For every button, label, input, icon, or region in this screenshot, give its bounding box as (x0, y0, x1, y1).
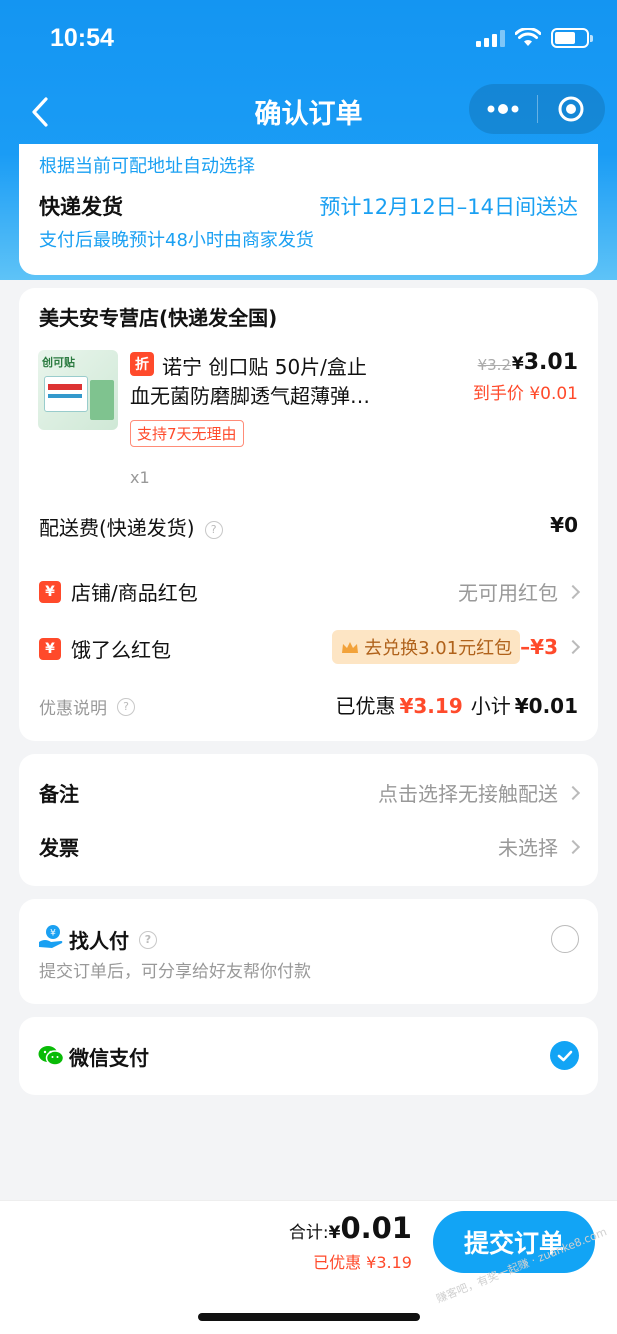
thumbnail-label: 创可贴 (42, 356, 75, 369)
subtotal-label: 小计 (470, 694, 511, 718)
total-label: 合计: (288, 1223, 329, 1243)
miniapp-capsule (469, 84, 605, 134)
status-time: 10:54 (50, 24, 114, 52)
status-icons (476, 28, 593, 48)
wechat-pay-label: 微信支付 (69, 1046, 149, 1070)
exchange-redpacket-button[interactable]: 去兑换3.01元红包 (332, 630, 521, 664)
total-symbol: ¥ (328, 1223, 341, 1243)
shipping-fee-value: ¥0 (550, 513, 578, 537)
order-total: 合计: ¥ 0.01 (289, 1211, 412, 1245)
ele-redpacket-value: –¥3 (520, 635, 558, 659)
svg-text:¥: ¥ (50, 929, 56, 939)
status-bar: 10:54 (0, 0, 617, 80)
shop-redpacket-row[interactable]: ¥ 店铺/商品红包 (39, 577, 198, 606)
ele-redpacket-row[interactable]: ¥ 饿了么红包 (39, 634, 171, 663)
close-miniapp-button[interactable] (538, 84, 606, 134)
pay-by-friend-radio[interactable] (551, 925, 579, 953)
store-card: 美夫安专营店(快递发全国) 创可贴 折 诺宁 创口贴 50片/盒止 血无菌防磨脚… (19, 288, 598, 741)
product-quantity: x1 (130, 468, 150, 487)
shop-redpacket-value: 无可用红包 (458, 581, 558, 605)
wechat-pay-radio-checked[interactable] (550, 1041, 579, 1070)
extras-card: 备注 点击选择无接触配送 发票 未选择 (19, 754, 598, 886)
final-price-value: ¥0.01 (529, 384, 578, 404)
crown-icon (342, 642, 359, 653)
ele-redpacket-value-wrap: 去兑换3.01元红包 –¥3 (332, 630, 581, 664)
pay-by-friend-label: 找人付 (69, 929, 129, 953)
shipping-fee-row: 配送费(快递发货)? (39, 512, 223, 541)
more-dots-icon (487, 104, 519, 114)
chevron-right-icon (565, 839, 581, 854)
hand-coin-icon: ¥ (39, 925, 63, 948)
wifi-icon (515, 28, 541, 46)
delivery-card: 根据当前可配地址自动选择 快递发货 预计12月12日–14日间送达 支付后最晚预… (19, 144, 598, 275)
help-icon[interactable]: ? (117, 697, 135, 716)
pay-by-friend-desc: 提交订单后，可分享给好友帮你付款 (39, 962, 311, 982)
shipping-fee-label: 配送费(快递发货) (39, 516, 195, 540)
home-indicator (198, 1313, 420, 1321)
invoice-label: 发票 (39, 836, 79, 860)
pay-by-friend-card[interactable]: ¥ 找人付? 提交订单后，可分享给好友帮你付款 (19, 899, 598, 1004)
saved-value: ¥3.19 (399, 694, 463, 718)
check-icon (557, 1050, 572, 1061)
remark-value: 点击选择无接触配送 (378, 782, 558, 806)
total-value: 0.01 (340, 1211, 412, 1245)
shop-redpacket-label: 店铺/商品红包 (71, 581, 198, 605)
remark-value-wrap: 点击选择无接触配送 (378, 778, 581, 807)
exchange-redpacket-text: 去兑换3.01元红包 (364, 638, 513, 659)
saved-label: 已优惠 (335, 694, 396, 718)
discount-desc-label: 优惠说明 (39, 699, 107, 719)
product-title-line1[interactable]: 诺宁 创口贴 50片/盒止 (162, 351, 367, 380)
chevron-right-icon (565, 785, 581, 800)
target-circle-icon (558, 96, 584, 122)
help-icon[interactable]: ? (204, 520, 223, 539)
battery-icon (551, 28, 593, 48)
price-symbol: ¥ (511, 354, 524, 374)
original-price: ¥3.2 (477, 356, 511, 374)
cellular-signal-icon (476, 29, 505, 47)
more-button[interactable] (469, 84, 537, 134)
ele-redpacket-label: 饿了么红包 (71, 638, 171, 662)
wechat-pay-card[interactable]: 微信支付 (19, 1017, 598, 1095)
pay-by-friend-label-wrap: 找人付? (69, 925, 157, 954)
delivery-eta: 预计12月12日–14日间送达 (319, 195, 578, 219)
discount-desc[interactable]: 优惠说明? (39, 694, 135, 719)
ship-note: 支付后最晚预计48小时由商家发货 (39, 230, 314, 251)
delivery-method: 快递发货 (39, 195, 123, 219)
remark-row[interactable]: 备注 点击选择无接触配送 (19, 754, 598, 824)
current-price: ¥3.01 (512, 350, 578, 375)
product-title-line2[interactable]: 血无菌防磨脚透气超薄弹… (130, 380, 370, 409)
price-value: 3.01 (523, 350, 578, 375)
chevron-right-icon (565, 639, 581, 655)
help-icon[interactable]: ? (139, 930, 157, 949)
chevron-right-icon (565, 584, 581, 599)
invoice-value: 未选择 (498, 836, 558, 860)
discount-tag: 折 (130, 352, 154, 376)
final-price-label: 到手价 (472, 384, 524, 404)
nav-bar: 确认订单 (0, 80, 617, 144)
remark-label: 备注 (39, 782, 79, 806)
wechat-icon (38, 1046, 64, 1066)
subtotal-value: ¥0.01 (514, 694, 578, 718)
product-thumbnail[interactable]: 创可贴 (38, 350, 118, 430)
redpacket-icon: ¥ (39, 580, 61, 603)
order-summary: 已优惠 ¥3.19 小计 ¥0.01 (335, 690, 578, 719)
auto-select-note: 根据当前可配地址自动选择 (39, 156, 255, 177)
invoice-value-wrap: 未选择 (498, 832, 581, 861)
shop-redpacket-value-wrap[interactable]: 无可用红包 (458, 577, 581, 606)
final-price: 到手价 ¥0.01 (473, 379, 578, 404)
bottom-bar: 合计: ¥ 0.01 已优惠 ¥3.19 提交订单 赚客吧，有奖一起赚 · zu… (0, 1200, 617, 1334)
redpacket-icon: ¥ (39, 637, 61, 660)
invoice-row[interactable]: 发票 未选择 (19, 824, 598, 886)
return-policy-badge: 支持7天无理由 (130, 420, 244, 447)
bottom-saved-text: 已优惠 ¥3.19 (313, 1253, 412, 1272)
store-name: 美夫安专营店(快递发全国) (39, 306, 278, 330)
